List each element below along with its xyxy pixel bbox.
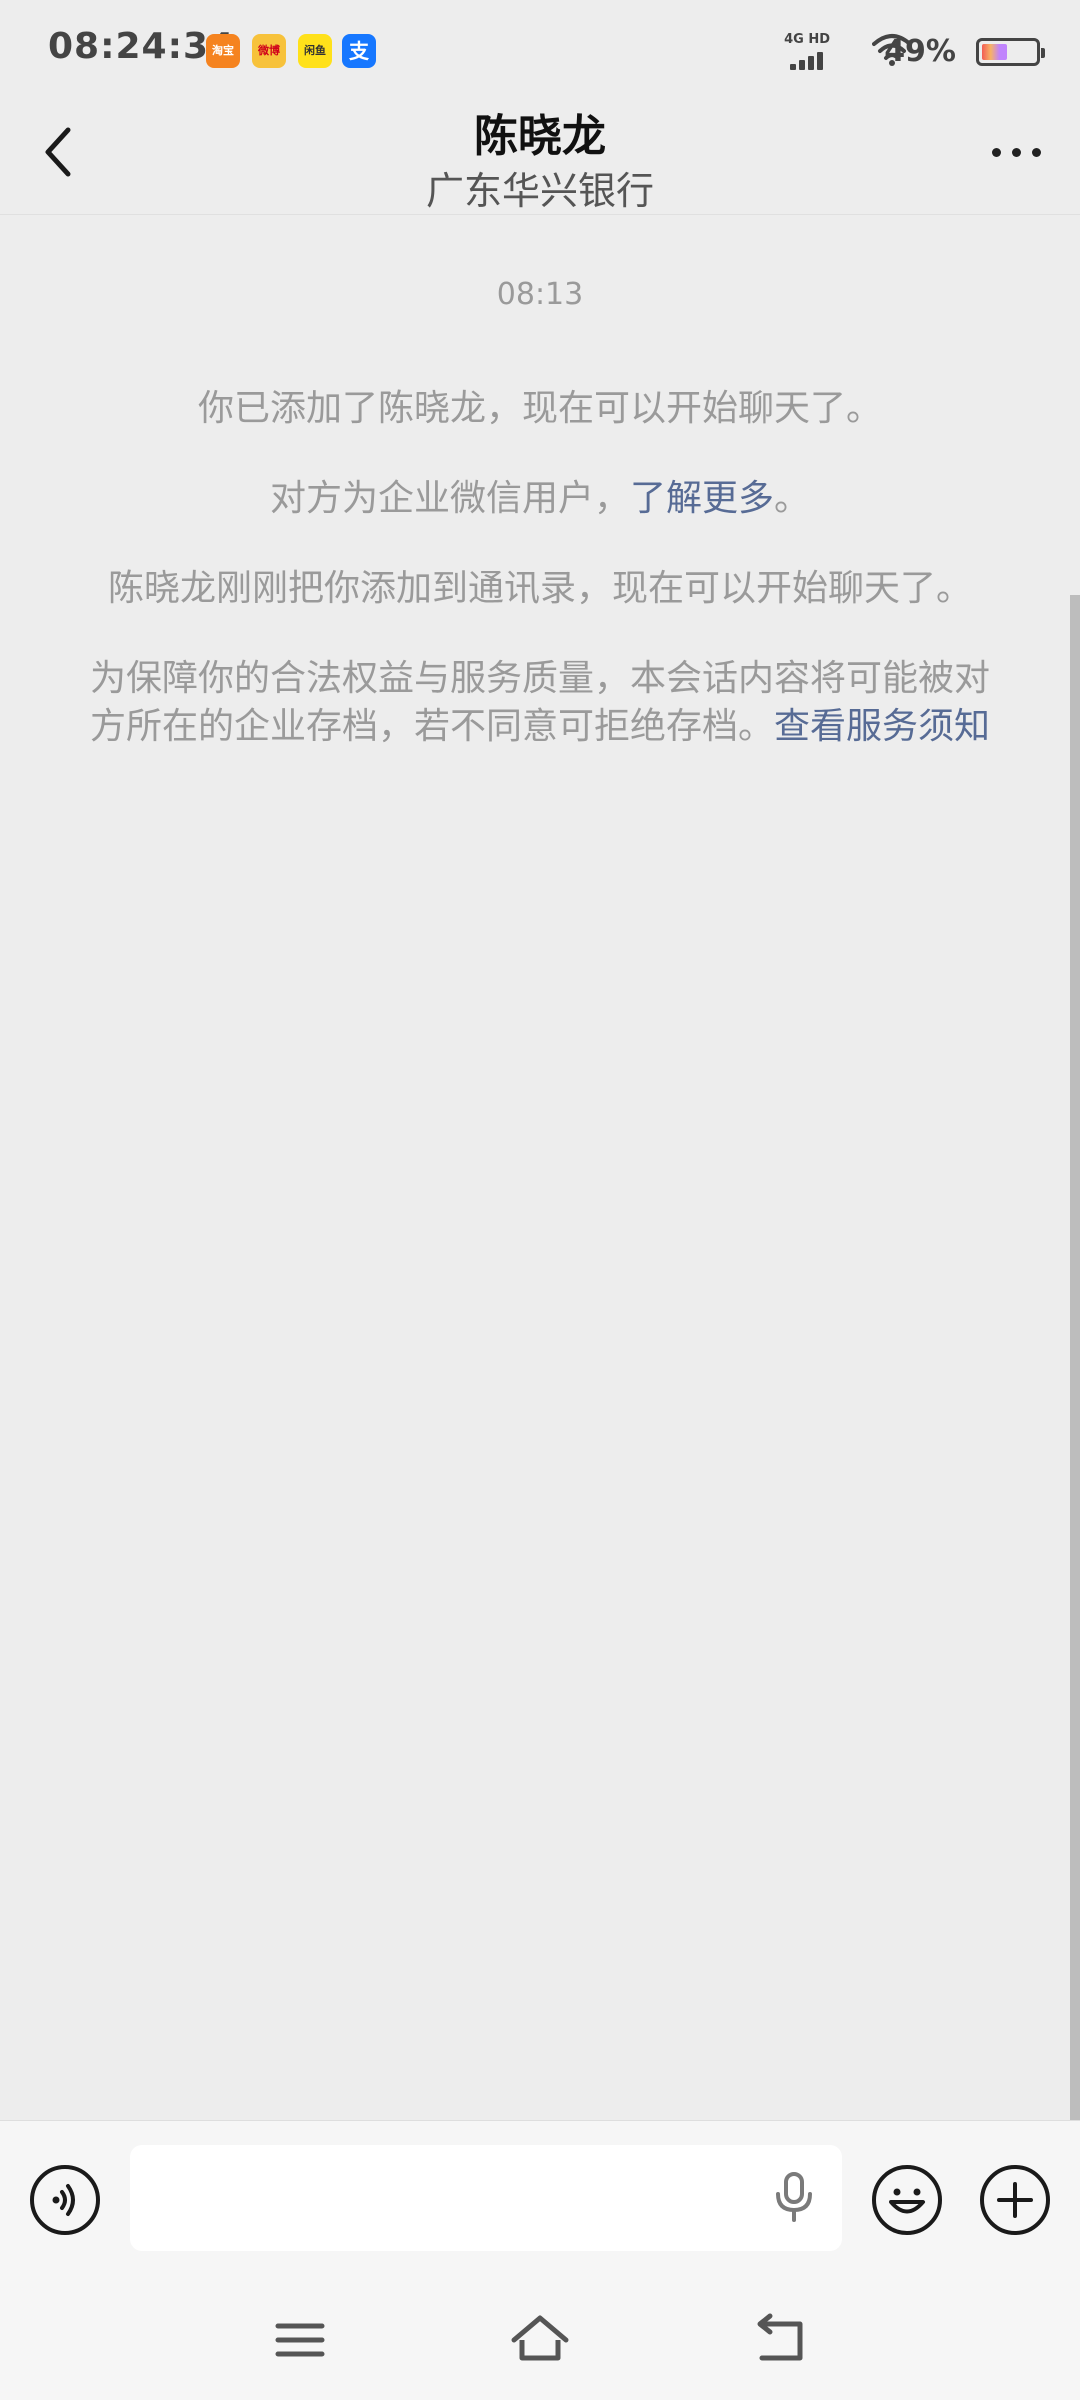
scrollbar[interactable]	[1070, 595, 1080, 2120]
system-message-enterprise: 对方为企业微信用户，了解更多。	[80, 475, 1000, 523]
return-icon	[757, 2313, 803, 2361]
more-options-button[interactable]	[984, 120, 1050, 180]
more-dot-icon	[1032, 148, 1041, 157]
system-message-text: 。	[774, 478, 811, 519]
taobao-icon: 淘宝	[206, 34, 240, 68]
alipay-icon: 支	[342, 34, 376, 68]
message-timestamp: 08:13	[496, 277, 584, 312]
input-bar	[0, 2120, 1080, 2281]
more-dot-icon	[992, 148, 1001, 157]
back-nav-button[interactable]	[750, 2310, 810, 2370]
chat-content[interactable]: 08:13 你已添加了陈晓龙，现在可以开始聊天了。 对方为企业微信用户，了解更多…	[0, 215, 1080, 2120]
smiley-icon	[889, 2188, 925, 2214]
network-type: 4G HD	[784, 32, 830, 47]
more-dot-icon	[1012, 148, 1021, 157]
system-message-added: 你已添加了陈晓龙，现在可以开始聊天了。	[80, 385, 1000, 433]
chat-title: 陈晓龙	[474, 111, 606, 162]
chat-subtitle: 广东华兴银行	[425, 169, 654, 213]
menu-icon	[275, 2323, 325, 2357]
voice-mode-button[interactable]	[30, 2165, 100, 2235]
chat-header: 陈晓龙 广东华兴银行	[0, 100, 1080, 215]
system-message-text: 对方为企业微信用户，	[269, 478, 630, 519]
status-indicators: 4G HD 49%	[740, 28, 1045, 72]
microphone-icon[interactable]	[772, 2170, 816, 2226]
plus-icon	[997, 2182, 1033, 2218]
voice-wave-icon	[52, 2184, 75, 2216]
service-terms-link[interactable]: 查看服务须知	[774, 706, 990, 747]
home-nav-button[interactable]	[510, 2310, 570, 2370]
battery-percent: 49%	[884, 34, 956, 69]
xianyu-icon: 闲鱼	[298, 34, 332, 68]
weibo-icon: 微博	[252, 34, 286, 68]
more-actions-button[interactable]	[980, 2165, 1050, 2235]
battery-icon	[976, 38, 1045, 66]
message-input[interactable]	[130, 2145, 842, 2251]
status-bar: 08:24:34 淘宝 微博 闲鱼 支 4G HD 49%	[0, 0, 1080, 100]
emoji-button[interactable]	[872, 2165, 942, 2235]
battery-level	[982, 44, 1008, 60]
signal-icon	[790, 50, 830, 70]
system-message-text: 你已添加了陈晓龙，现在可以开始聊天了。	[197, 388, 882, 429]
system-message-text: 陈晓龙刚刚把你添加到通讯录，现在可以开始聊天了。	[107, 568, 972, 609]
learn-more-link[interactable]: 了解更多	[630, 478, 774, 519]
home-icon	[511, 2315, 569, 2361]
menu-nav-button[interactable]	[270, 2310, 330, 2370]
system-message-archive: 为保障你的合法权益与服务质量，本会话内容将可能被对方所在的企业存档，若不同意可拒…	[80, 655, 1000, 751]
system-navigation-bar	[0, 2280, 1080, 2400]
system-message-contact: 陈晓龙刚刚把你添加到通讯录，现在可以开始聊天了。	[80, 565, 1000, 613]
